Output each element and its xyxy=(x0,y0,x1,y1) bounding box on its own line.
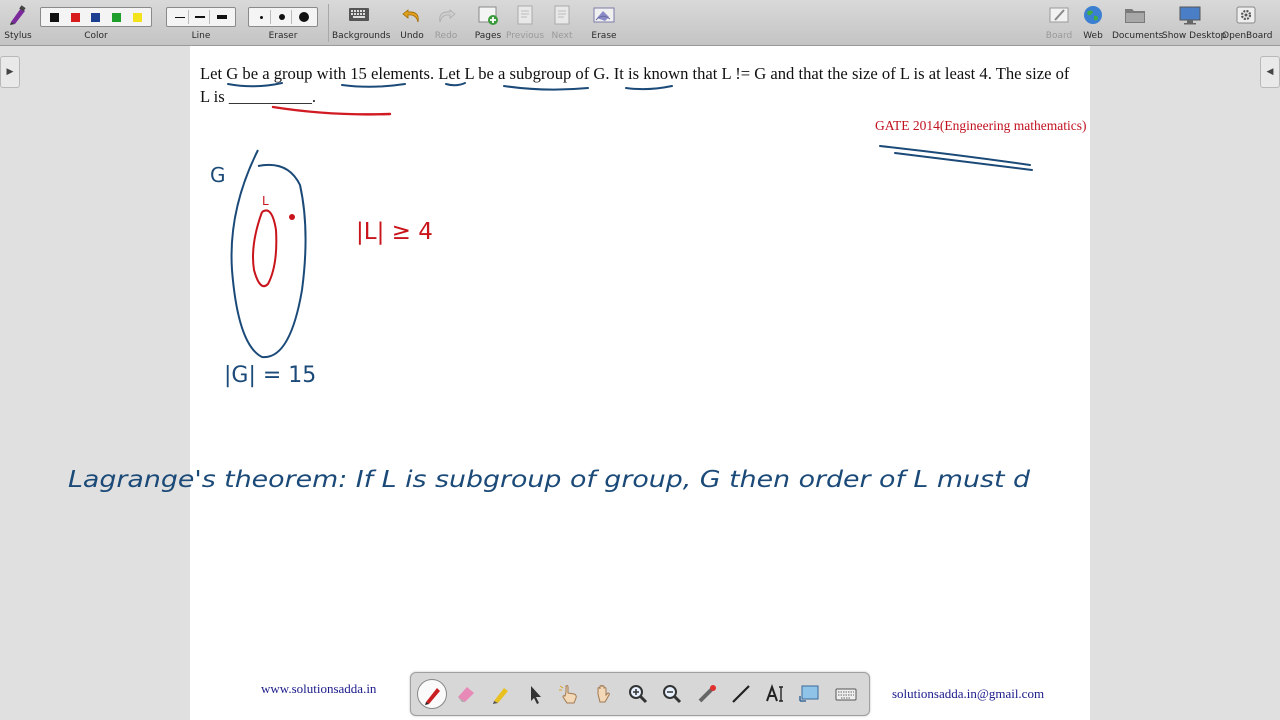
whiteboard-page[interactable] xyxy=(190,46,1090,720)
globe-icon xyxy=(1084,6,1102,24)
capture-tool-button[interactable] xyxy=(795,679,825,709)
next-page-icon xyxy=(554,5,570,25)
question-fragment: with 15 elements xyxy=(316,64,430,83)
question-fragment: L be a subgroup of G xyxy=(464,64,606,83)
toolbar-divider xyxy=(328,4,329,42)
right-margin xyxy=(1090,46,1280,720)
pages-button[interactable]: Pages xyxy=(470,0,506,46)
board-button[interactable]: Board xyxy=(1044,0,1074,46)
backgrounds-button[interactable]: Backgrounds xyxy=(332,0,390,46)
color-palette xyxy=(40,7,152,27)
erase-board-icon xyxy=(593,7,615,23)
question-fragment: . Let xyxy=(429,64,465,83)
stylus-icon xyxy=(10,5,26,25)
line-tool-button[interactable] xyxy=(726,679,756,709)
color-swatch-red[interactable] xyxy=(70,12,80,22)
chevron-right-icon: ▶ xyxy=(6,67,14,77)
question-fragment: . It is known that L != G and that the s… xyxy=(605,64,996,83)
chevron-left-icon: ◀ xyxy=(1266,67,1274,77)
question-fragment: Let xyxy=(200,64,227,83)
color-swatch-black[interactable] xyxy=(49,12,59,22)
left-panel-toggle[interactable]: ▶ xyxy=(0,56,20,88)
undo-button[interactable]: Undo xyxy=(396,0,428,46)
question-fragment: __________. xyxy=(224,87,317,106)
email-footer: solutionsadda.in@gmail.com xyxy=(892,686,1045,701)
undo-icon xyxy=(402,9,419,23)
add-page-icon xyxy=(478,6,498,25)
color-swatch-green[interactable] xyxy=(112,12,122,22)
next-page-button[interactable]: Next xyxy=(546,0,578,46)
line-thick-option[interactable] xyxy=(213,10,231,24)
stylus-button[interactable]: Stylus xyxy=(2,0,34,46)
zoom-in-tool-button[interactable] xyxy=(623,679,653,709)
zoom-out-icon xyxy=(663,685,682,704)
capture-icon xyxy=(799,685,819,702)
website-footer: www.solutionsadda.in xyxy=(261,681,377,696)
line-medium-option[interactable] xyxy=(192,10,210,24)
keyboard-icon xyxy=(835,688,857,701)
exam-source-label: GATE 2014(Engineering mathematics) xyxy=(875,118,1087,133)
line-thin-option[interactable] xyxy=(171,10,190,24)
previous-page-button[interactable]: Previous xyxy=(506,0,544,46)
eraser-tool-button[interactable] xyxy=(451,679,481,709)
selector-icon xyxy=(531,686,541,704)
eraser-small-option[interactable] xyxy=(253,10,272,24)
pen-tool-button[interactable] xyxy=(417,679,447,709)
erase-button[interactable]: Erase xyxy=(588,0,620,46)
interact-icon xyxy=(559,685,577,704)
eraser-icon xyxy=(458,687,474,702)
eraser-large-option[interactable] xyxy=(295,10,313,24)
previous-page-icon xyxy=(517,5,533,25)
hand-tool-button[interactable] xyxy=(589,679,619,709)
main-toolbar: Stylus Color Line Eraser Backgrounds Und… xyxy=(0,0,1280,46)
keyboard-tool-button[interactable] xyxy=(831,679,861,709)
zoom-out-tool-button[interactable] xyxy=(657,679,687,709)
eraser-medium-option[interactable] xyxy=(274,10,292,24)
monitor-icon xyxy=(1179,6,1201,25)
documents-button[interactable]: Documents xyxy=(1112,0,1163,46)
settings-gear-icon xyxy=(1236,6,1256,24)
question-text: Let G be a group with 15 elements. Let L… xyxy=(200,62,1070,108)
interact-tool-button[interactable] xyxy=(554,679,584,709)
tool-palette xyxy=(410,672,870,716)
marker-icon xyxy=(493,688,508,704)
right-panel-toggle[interactable]: ◀ xyxy=(1260,56,1280,88)
folder-icon xyxy=(1125,9,1145,23)
hand-icon xyxy=(597,685,610,703)
color-group: Color xyxy=(40,0,152,46)
line-group: Line xyxy=(166,0,236,46)
text-tool-button[interactable] xyxy=(761,679,791,709)
zoom-in-icon xyxy=(629,685,648,704)
backgrounds-icon xyxy=(349,8,369,21)
laser-pointer-tool-button[interactable] xyxy=(692,679,722,709)
left-margin xyxy=(0,46,190,720)
text-icon xyxy=(766,684,783,702)
line-width-selector xyxy=(166,7,236,27)
eraser-size-selector xyxy=(248,7,318,27)
question-fragment: G be a group xyxy=(226,64,313,83)
openboard-button[interactable]: OpenBoard xyxy=(1222,0,1273,46)
show-desktop-button[interactable]: Show Desktop xyxy=(1162,0,1226,46)
color-swatch-blue[interactable] xyxy=(91,12,101,22)
pen-icon xyxy=(425,688,440,705)
redo-icon xyxy=(439,9,456,23)
laser-icon xyxy=(698,685,716,703)
color-swatch-yellow[interactable] xyxy=(133,12,143,22)
board-icon xyxy=(1049,7,1069,23)
marker-tool-button[interactable] xyxy=(486,679,516,709)
selector-tool-button[interactable] xyxy=(520,679,550,709)
line-icon xyxy=(732,685,750,703)
web-button[interactable]: Web xyxy=(1078,0,1108,46)
eraser-group: Eraser xyxy=(248,0,318,46)
redo-button[interactable]: Redo xyxy=(430,0,462,46)
